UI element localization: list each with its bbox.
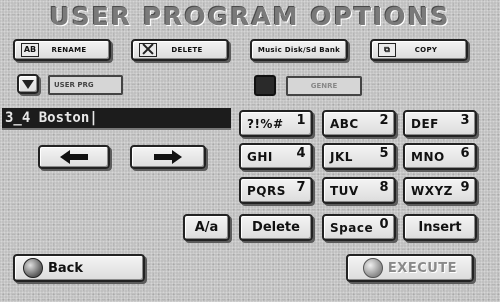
rename-icon: AB — [21, 43, 39, 57]
cursor-right-button[interactable] — [130, 145, 206, 169]
window-title: USER PROGRAM OPTIONS — [49, 2, 451, 31]
globe-icon — [362, 258, 383, 278]
key-number: 3 — [460, 113, 470, 128]
key-number: 0 — [379, 217, 389, 232]
key-4[interactable]: GHI 4 — [239, 143, 313, 170]
execute-button[interactable]: EXECUTE — [346, 254, 474, 282]
copy-icon: ⧉ — [378, 43, 396, 57]
back-label: Back — [48, 260, 84, 276]
insert-button[interactable]: Insert — [403, 214, 477, 241]
cursor-left-button[interactable] — [38, 145, 110, 169]
key-number: 1 — [296, 113, 306, 128]
music-disk-bank-label: Music Disk/Sd Bank — [257, 46, 341, 54]
rename-label: RENAME — [51, 46, 87, 54]
key-letters: PQRS — [247, 183, 286, 198]
key-3[interactable]: DEF 3 — [403, 110, 477, 137]
name-display[interactable]: 3_4 Boston| — [2, 108, 231, 130]
execute-label: EXECUTE — [387, 260, 458, 276]
key-letters: DEF — [411, 116, 439, 131]
key-number: 4 — [296, 146, 306, 161]
delete-label: DELETE — [171, 46, 203, 54]
back-button[interactable]: Back — [13, 254, 145, 282]
key-1[interactable]: ?!%# 1 — [239, 110, 313, 137]
right-arrow-icon — [154, 150, 182, 164]
copy-label: COPY — [414, 46, 438, 54]
key-number: 5 — [379, 146, 389, 161]
left-arrow-icon — [60, 150, 88, 164]
key-6[interactable]: MNO 6 — [403, 143, 477, 170]
key-number: 8 — [379, 180, 389, 195]
delete-program-button[interactable]: DELETE — [131, 39, 229, 61]
key-7[interactable]: PQRS 7 — [239, 177, 313, 204]
key-2[interactable]: ABC 2 — [322, 110, 396, 137]
space-label: Space — [330, 220, 374, 235]
genre-button[interactable] — [254, 75, 276, 96]
space-button[interactable]: Space 0 — [322, 214, 396, 241]
copy-button[interactable]: ⧉ COPY — [370, 39, 468, 61]
key-letters: ABC — [330, 116, 359, 131]
key-number: 9 — [460, 180, 470, 195]
key-letters: GHI — [247, 149, 273, 164]
key-letters: MNO — [411, 149, 445, 164]
delete-icon — [139, 43, 157, 57]
bank-dropdown-button[interactable] — [17, 74, 39, 94]
rename-button[interactable]: AB RENAME — [13, 39, 111, 61]
key-number: 7 — [296, 180, 306, 195]
globe-icon — [23, 258, 43, 278]
key-letters: JKL — [330, 149, 353, 164]
key-letters: ?!%# — [247, 116, 284, 131]
key-number: 6 — [460, 146, 470, 161]
case-toggle-button[interactable]: A/a — [183, 214, 230, 241]
key-9[interactable]: WXYZ 9 — [403, 177, 477, 204]
key-letters: TUV — [330, 183, 359, 198]
delete-char-button[interactable]: Delete — [239, 214, 313, 241]
music-disk-bank-button[interactable]: Music Disk/Sd Bank — [250, 39, 348, 61]
key-5[interactable]: JKL 5 — [322, 143, 396, 170]
key-letters: WXYZ — [411, 183, 453, 198]
key-number: 2 — [379, 113, 389, 128]
key-8[interactable]: TUV 8 — [322, 177, 396, 204]
bank-field[interactable]: USER PRG — [48, 75, 123, 95]
genre-field[interactable]: GENRE — [286, 76, 362, 96]
user-program-options-screen: USER PROGRAM OPTIONS AB RENAME DELETE Mu… — [0, 0, 500, 302]
triangle-down-icon — [22, 79, 34, 89]
